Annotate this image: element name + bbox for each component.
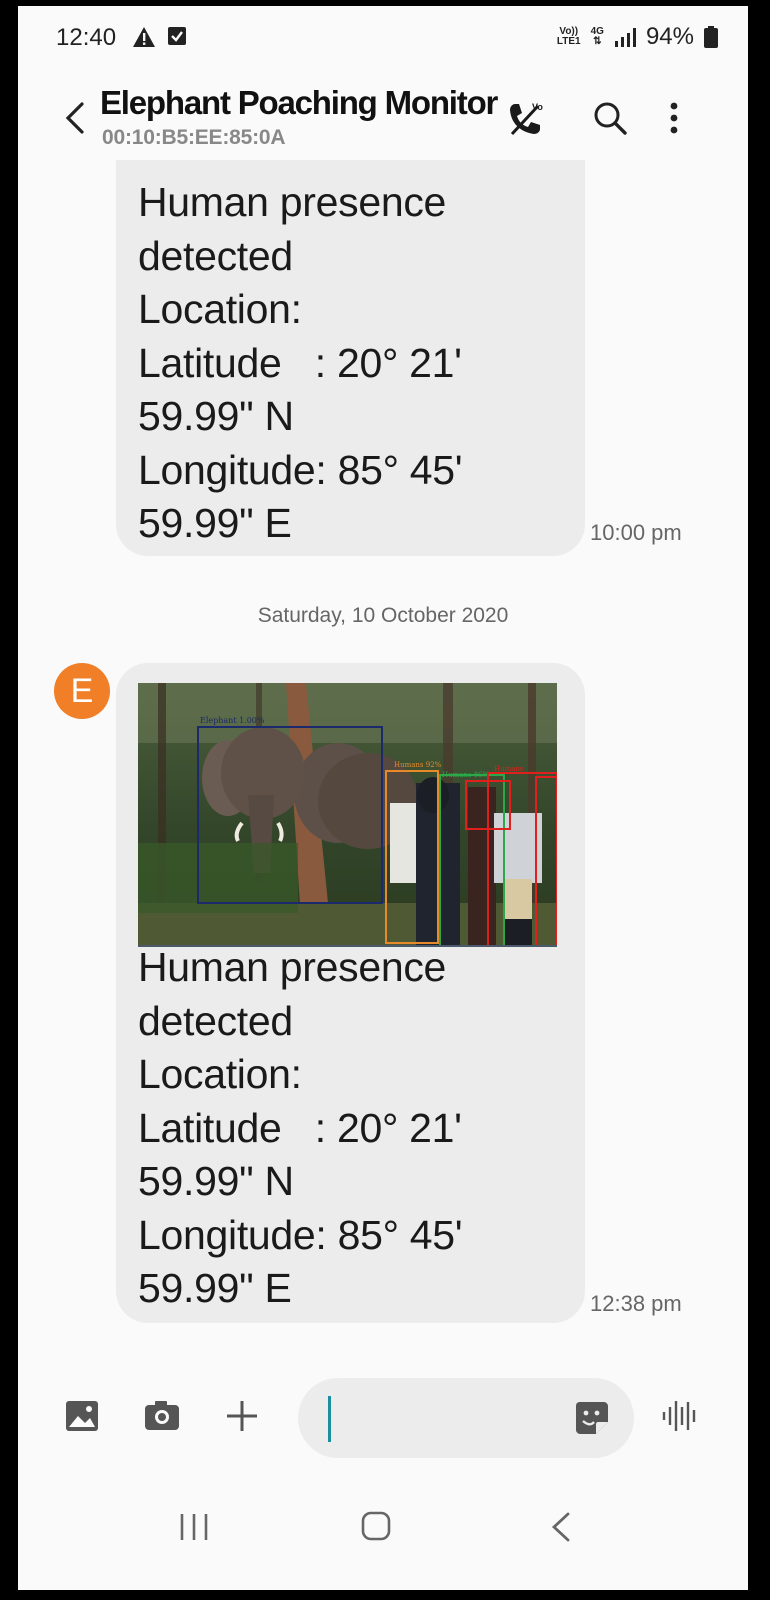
message-composer (18, 1366, 748, 1466)
battery-icon (704, 26, 718, 48)
sticker-icon[interactable] (572, 1398, 612, 1438)
detection-label: Elephant 1.00% (200, 716, 265, 725)
voice-icon[interactable] (660, 1396, 700, 1436)
more-vert-icon[interactable] (662, 96, 686, 140)
detection-label: Humans (494, 765, 524, 773)
system-nav-bar (18, 1482, 748, 1572)
status-right-group: Vo)) LTE1 4G ⇅ 94% (557, 20, 718, 54)
conversation-title: Elephant Poaching Monitor (100, 84, 498, 121)
message-text: Human presence detected Location: Latitu… (138, 944, 463, 1311)
camera-icon[interactable] (142, 1396, 182, 1436)
network-type: 4G ⇅ (591, 27, 604, 47)
home-icon[interactable] (356, 1510, 396, 1544)
phone-screen: 12:40 Vo)) LTE1 4G ⇅ 94% Human presence … (18, 6, 748, 1590)
back-icon[interactable] (542, 1510, 582, 1544)
message-bubble[interactable]: Human presence detected Location: Latitu… (116, 126, 585, 556)
check-icon (168, 27, 186, 45)
text-caret (328, 1396, 331, 1442)
svg-text:Vo: Vo (532, 102, 543, 112)
volte-bottom: LTE1 (556, 36, 581, 47)
back-arrow-icon[interactable] (58, 96, 90, 140)
detection-label: Humans 92% (394, 761, 442, 769)
data-arrows: ⇅ (593, 36, 602, 47)
warning-icon (133, 27, 155, 47)
status-bar: 12:40 Vo)) LTE1 4G ⇅ 94% (18, 6, 748, 66)
gallery-icon[interactable] (62, 1396, 102, 1436)
conversation-header: Elephant Poaching Monitor 00:10:B5:EE:85… (18, 68, 748, 160)
message-input[interactable] (298, 1378, 634, 1458)
message-time: 10:00 pm (590, 520, 682, 545)
status-time: 12:40 (56, 24, 117, 51)
recents-icon[interactable] (174, 1510, 214, 1544)
volte-indicator: Vo)) LTE1 (557, 27, 581, 47)
signal-icon (614, 28, 636, 47)
detection-photo[interactable]: Elephant 1.00% Humans 92% Humans 86% Hum… (138, 683, 557, 947)
date-separator: Saturday, 10 October 2020 (257, 604, 509, 627)
message-bubble[interactable]: Elephant 1.00% Humans 92% Humans 86% Hum… (116, 663, 585, 1323)
conversation-subtitle: 00:10:B5:EE:85:0A (102, 126, 286, 149)
phone-call-icon[interactable]: Vo (502, 96, 546, 140)
battery-percent: 94% (645, 23, 694, 50)
search-icon[interactable] (590, 98, 630, 138)
message-time: 12:38 pm (590, 1291, 682, 1316)
detection-label: Humans 86% (442, 771, 490, 779)
plus-icon[interactable] (222, 1396, 262, 1436)
message-text: Human presence detected Location: Latitu… (138, 179, 463, 546)
sender-avatar[interactable]: E (54, 663, 110, 719)
